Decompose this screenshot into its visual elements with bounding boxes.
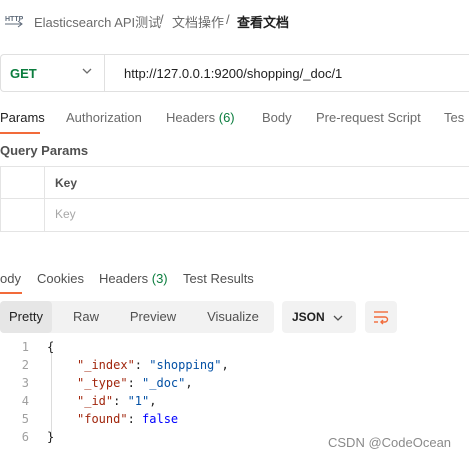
code-line: "_id": "1", [77,394,157,408]
line-number: 1 [21,340,29,354]
code-line: "found": false [77,412,179,426]
response-tab-headers-count: (3) [151,271,168,286]
table-row-divider [0,198,469,199]
tab-authorization[interactable]: Authorization [66,110,142,125]
format-select-label: JSON [292,310,325,324]
response-tab-headers[interactable]: Headers (3) [99,271,168,286]
url-input[interactable]: http://127.0.0.1:9200/shopping/_doc/1 [124,66,342,81]
active-tab-indicator [0,132,40,134]
response-tab-cookies[interactable]: Cookies [37,271,84,286]
json-value: "1" [127,394,150,408]
json-key: "found" [77,412,128,426]
response-tab-body[interactable]: ody [0,271,21,286]
line-number: 5 [21,412,29,426]
wrap-lines-icon [373,309,389,325]
json-value: "shopping" [149,358,222,372]
json-key: "_type" [77,376,128,390]
json-value: "_doc" [142,376,186,390]
tab-headers[interactable]: Headers (6) [166,110,235,125]
line-number: 6 [21,430,29,444]
breadcrumb-separator: / [226,12,230,27]
method-select[interactable]: GET [10,66,37,81]
param-key-input[interactable]: Key [55,207,76,221]
response-tab-test-results[interactable]: Test Results [183,271,254,286]
active-response-tab-indicator [0,292,22,294]
mode-visualize-button[interactable]: Visualize [198,301,268,333]
code-line: } [47,428,54,446]
tab-headers-label: Headers [166,110,219,125]
line-number: 4 [21,394,29,408]
tab-body[interactable]: Body [262,110,292,125]
code-fold-guide [51,353,52,437]
tab-tests[interactable]: Tes [444,110,464,125]
line-number: 3 [21,376,29,390]
response-tab-headers-label: Headers [99,271,152,286]
chevron-down-icon [332,311,344,323]
json-brace: } [47,430,55,444]
line-number: 2 [21,358,29,372]
column-header-key: Key [55,176,78,190]
tab-headers-count: (6) [218,110,235,125]
mode-raw-button[interactable]: Raw [60,301,112,333]
code-line: "_index": "shopping", [77,358,229,372]
mode-pretty-button[interactable]: Pretty [0,301,52,333]
breadcrumb-separator: / [160,12,164,27]
breadcrumb-current[interactable]: 查看文档 [237,12,289,31]
table-column-divider [44,166,45,232]
chevron-down-icon[interactable] [80,64,94,78]
json-brace: { [47,340,55,354]
breadcrumb-collection[interactable]: Elasticsearch API测试 [34,12,161,31]
json-comma: , [185,376,193,390]
tab-pre-request-script[interactable]: Pre-request Script [316,110,421,125]
table-border [0,166,1,232]
json-value: false [142,412,179,426]
json-comma: , [221,358,229,372]
code-line: "_type": "_doc", [77,376,193,390]
watermark: CSDN @CodeOcean [328,435,452,450]
http-icon: HTTP [5,10,24,30]
breadcrumb-folder[interactable]: 文档操作 [172,12,224,31]
mode-preview-button[interactable]: Preview [120,301,186,333]
json-comma: , [149,394,157,408]
divider [104,55,105,91]
tab-params[interactable]: Params [0,110,45,125]
json-key: "_index" [77,358,135,372]
json-key: "_id" [77,394,114,408]
svg-text:HTTP: HTTP [5,16,23,23]
query-params-title: Query Params [0,143,89,158]
code-line: { [47,338,54,356]
